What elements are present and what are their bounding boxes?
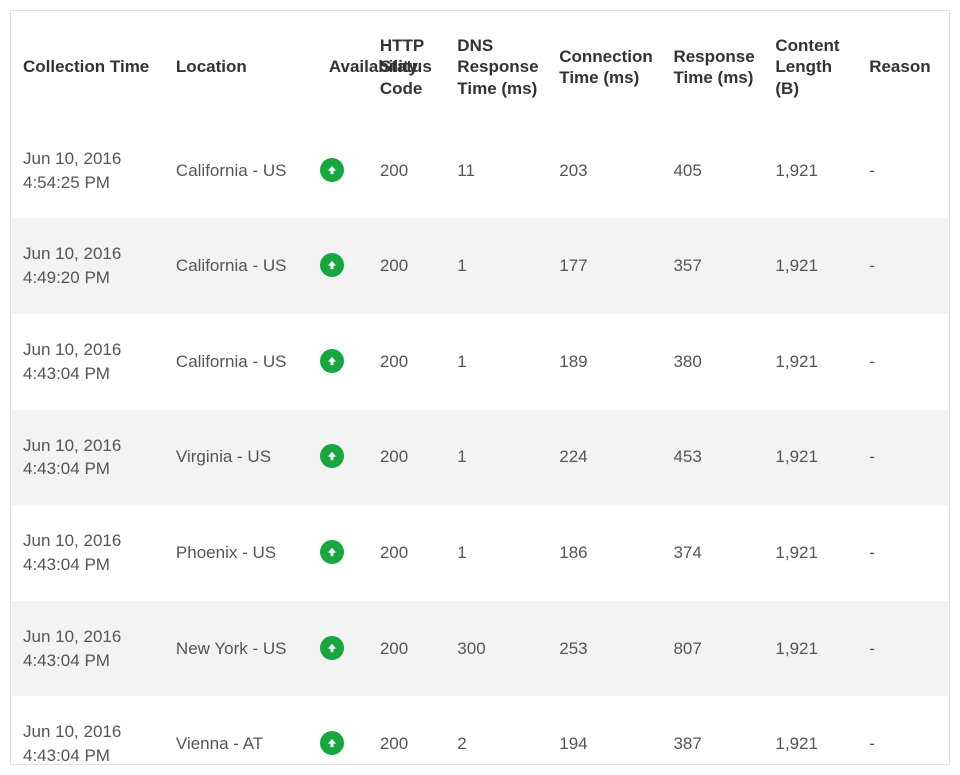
cell-http-status: 200	[368, 218, 445, 314]
cell-collection-time: Jun 10, 2016 4:43:04 PM	[11, 601, 164, 697]
cell-content-length: 1,921	[763, 505, 857, 601]
cell-dns-response: 1	[445, 218, 547, 314]
table-row[interactable]: Jun 10, 2016 4:49:20 PMCalifornia - US 20…	[11, 218, 949, 314]
cell-reason: -	[857, 218, 949, 314]
cell-http-status: 200	[368, 314, 445, 410]
cell-connection-time: 186	[547, 505, 661, 601]
cell-content-length: 1,921	[763, 601, 857, 697]
cell-response-time: 387	[661, 696, 763, 765]
col-header-collection-time[interactable]: Collection Time	[11, 11, 164, 123]
cell-collection-time: Jun 10, 2016 4:43:04 PM	[11, 410, 164, 506]
cell-collection-time: Jun 10, 2016 4:43:04 PM	[11, 314, 164, 410]
cell-location: Virginia - US	[164, 410, 317, 506]
availability-up-icon	[320, 444, 344, 468]
cell-dns-response: 1	[445, 505, 547, 601]
cell-connection-time: 177	[547, 218, 661, 314]
cell-availability	[317, 123, 368, 219]
cell-dns-response: 1	[445, 314, 547, 410]
cell-collection-time: Jun 10, 2016 4:49:20 PM	[11, 218, 164, 314]
col-header-location[interactable]: Location	[164, 11, 317, 123]
cell-response-time: 453	[661, 410, 763, 506]
cell-collection-time: Jun 10, 2016 4:54:25 PM	[11, 123, 164, 219]
availability-up-icon	[320, 731, 344, 755]
cell-response-time: 374	[661, 505, 763, 601]
cell-connection-time: 194	[547, 696, 661, 765]
table-row[interactable]: Jun 10, 2016 4:43:04 PMNew York - US 2003…	[11, 601, 949, 697]
cell-http-status: 200	[368, 696, 445, 765]
cell-dns-response: 300	[445, 601, 547, 697]
table-row[interactable]: Jun 10, 2016 4:43:04 PMPhoenix - US20011…	[11, 505, 949, 601]
col-header-reason[interactable]: Reason	[857, 11, 949, 123]
cell-connection-time: 224	[547, 410, 661, 506]
table-row[interactable]: Jun 10, 2016 4:54:25 PMCalifornia - US 20…	[11, 123, 949, 219]
cell-response-time: 405	[661, 123, 763, 219]
cell-reason: -	[857, 505, 949, 601]
col-header-dns-response[interactable]: DNS Response Time (ms)	[445, 11, 547, 123]
monitoring-table-panel: Collection Time Location Availability HT…	[10, 10, 950, 765]
col-header-http-status[interactable]: HTTP Status Code	[368, 11, 445, 123]
col-header-content-length[interactable]: Content Length (B)	[763, 11, 857, 123]
col-header-availability[interactable]: Availability	[317, 11, 368, 123]
cell-content-length: 1,921	[763, 696, 857, 765]
cell-content-length: 1,921	[763, 123, 857, 219]
cell-http-status: 200	[368, 505, 445, 601]
cell-availability	[317, 505, 368, 601]
monitoring-table: Collection Time Location Availability HT…	[11, 11, 949, 765]
availability-up-icon	[320, 349, 344, 373]
col-header-connection-time[interactable]: Connection Time (ms)	[547, 11, 661, 123]
table-row[interactable]: Jun 10, 2016 4:43:04 PMVienna - AT 200219…	[11, 696, 949, 765]
col-header-response-time[interactable]: Response Time (ms)	[661, 11, 763, 123]
table-row[interactable]: Jun 10, 2016 4:43:04 PMVirginia - US2001…	[11, 410, 949, 506]
cell-http-status: 200	[368, 123, 445, 219]
cell-availability	[317, 218, 368, 314]
cell-collection-time: Jun 10, 2016 4:43:04 PM	[11, 696, 164, 765]
cell-reason: -	[857, 696, 949, 765]
table-row[interactable]: Jun 10, 2016 4:43:04 PMCalifornia - US 20…	[11, 314, 949, 410]
availability-up-icon	[320, 253, 344, 277]
cell-http-status: 200	[368, 601, 445, 697]
cell-connection-time: 203	[547, 123, 661, 219]
cell-dns-response: 11	[445, 123, 547, 219]
cell-response-time: 380	[661, 314, 763, 410]
cell-http-status: 200	[368, 410, 445, 506]
cell-availability	[317, 601, 368, 697]
cell-dns-response: 1	[445, 410, 547, 506]
cell-availability	[317, 410, 368, 506]
cell-response-time: 357	[661, 218, 763, 314]
cell-availability	[317, 696, 368, 765]
cell-location: California - US	[164, 314, 317, 410]
availability-up-icon	[320, 540, 344, 564]
table-header-row: Collection Time Location Availability HT…	[11, 11, 949, 123]
cell-reason: -	[857, 601, 949, 697]
cell-connection-time: 189	[547, 314, 661, 410]
cell-content-length: 1,921	[763, 314, 857, 410]
availability-up-icon	[320, 636, 344, 660]
cell-connection-time: 253	[547, 601, 661, 697]
cell-content-length: 1,921	[763, 410, 857, 506]
cell-reason: -	[857, 123, 949, 219]
cell-content-length: 1,921	[763, 218, 857, 314]
cell-location: California - US	[164, 123, 317, 219]
cell-dns-response: 2	[445, 696, 547, 765]
cell-collection-time: Jun 10, 2016 4:43:04 PM	[11, 505, 164, 601]
cell-reason: -	[857, 410, 949, 506]
cell-location: California - US	[164, 218, 317, 314]
availability-up-icon	[320, 158, 344, 182]
cell-reason: -	[857, 314, 949, 410]
cell-location: Phoenix - US	[164, 505, 317, 601]
cell-availability	[317, 314, 368, 410]
cell-location: Vienna - AT	[164, 696, 317, 765]
cell-response-time: 807	[661, 601, 763, 697]
cell-location: New York - US	[164, 601, 317, 697]
